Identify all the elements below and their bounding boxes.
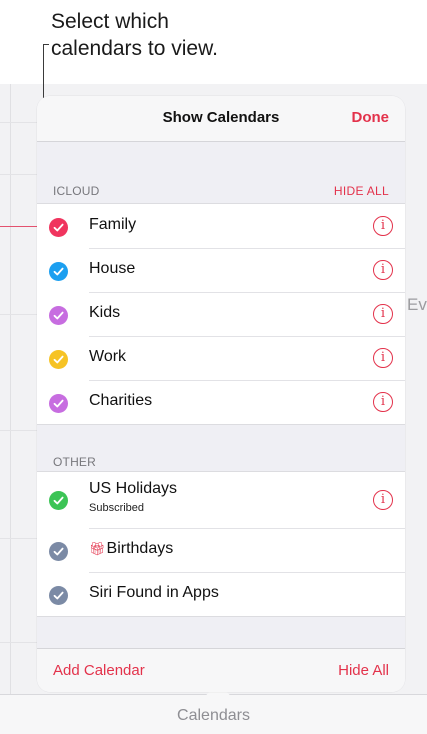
checkmark-icon[interactable] <box>49 491 68 510</box>
info-circle-icon[interactable]: i <box>373 490 393 510</box>
checkmark-icon[interactable] <box>49 218 68 237</box>
calendar-row-house[interactable]: House i <box>37 248 405 292</box>
callout-line-1: Select which <box>51 10 169 33</box>
calendar-label: Work <box>89 348 127 365</box>
background-gridline <box>0 122 40 123</box>
calendar-row-work[interactable]: Work i <box>37 336 405 380</box>
section-header-icloud: ICLOUD HIDE ALL <box>37 180 405 202</box>
section-title-other: OTHER <box>53 455 96 469</box>
info-circle-icon[interactable]: i <box>373 304 393 324</box>
callout-leader-tick <box>43 44 49 45</box>
icloud-calendar-list: Family i House i Kids i Work i Charities… <box>37 203 405 425</box>
info-circle-icon[interactable]: i <box>373 392 393 412</box>
section-title-icloud: ICLOUD <box>53 184 100 198</box>
calendar-row-us-holidays[interactable]: US Holidays Subscribed i <box>37 472 405 528</box>
calendar-label: Siri Found in Apps <box>89 584 219 601</box>
done-button[interactable]: Done <box>352 109 390 126</box>
checkmark-icon[interactable] <box>49 542 68 561</box>
popover-title: Show Calendars <box>162 109 280 126</box>
calendar-label: US Holidays <box>89 480 178 497</box>
calendar-row-birthdays[interactable]: 🎁︎Birthdays <box>37 528 405 572</box>
section-header-other: OTHER <box>37 451 405 473</box>
background-gridline <box>0 538 40 539</box>
info-circle-icon[interactable]: i <box>373 260 393 280</box>
calendar-row-kids[interactable]: Kids i <box>37 292 405 336</box>
calendar-row-charities[interactable]: Charities i <box>37 380 405 424</box>
checkmark-icon[interactable] <box>49 306 68 325</box>
add-calendar-button[interactable]: Add Calendar <box>53 662 145 679</box>
calendar-label: Kids <box>89 304 121 321</box>
background-gridline <box>0 314 40 315</box>
info-circle-icon[interactable]: i <box>373 348 393 368</box>
popover-nav-bar: Show Calendars Done <box>37 96 405 142</box>
background-gridline <box>0 430 40 431</box>
calendar-row-siri-found-in-apps[interactable]: Siri Found in Apps <box>37 572 405 616</box>
calendar-subtitle: Subscribed <box>89 502 145 514</box>
calendar-label: Charities <box>89 392 153 409</box>
background-gridline <box>0 174 40 175</box>
callout-text: Select which calendars to view. <box>51 8 311 62</box>
background-divider <box>10 84 11 694</box>
callout-line-2: calendars to view. <box>51 37 218 60</box>
calendars-toolbar-button[interactable]: Calendars <box>0 707 427 725</box>
calendar-label: Family <box>89 216 137 233</box>
calendar-label: House <box>89 260 136 277</box>
checkmark-icon[interactable] <box>49 586 68 605</box>
calendar-label: Birthdays <box>106 540 174 557</box>
background-gridline <box>0 642 40 643</box>
checkmark-icon[interactable] <box>49 262 68 281</box>
background-event-peek: Ev <box>407 295 427 314</box>
hide-all-button[interactable]: Hide All <box>338 662 389 679</box>
hide-all-icloud-button[interactable]: HIDE ALL <box>334 184 389 198</box>
checkmark-icon[interactable] <box>49 394 68 413</box>
popover-footer: Add Calendar Hide All <box>37 648 405 692</box>
gift-icon: 🎁︎ <box>89 541 106 556</box>
calendar-label-wrapper: 🎁︎Birthdays <box>89 540 173 558</box>
info-circle-icon[interactable]: i <box>373 216 393 236</box>
checkmark-icon[interactable] <box>49 350 68 369</box>
show-calendars-popover: Show Calendars Done ICLOUD HIDE ALL Fami… <box>37 96 405 692</box>
calendar-row-family[interactable]: Family i <box>37 204 405 248</box>
other-calendar-list: US Holidays Subscribed i 🎁︎Birthdays Sir… <box>37 471 405 617</box>
